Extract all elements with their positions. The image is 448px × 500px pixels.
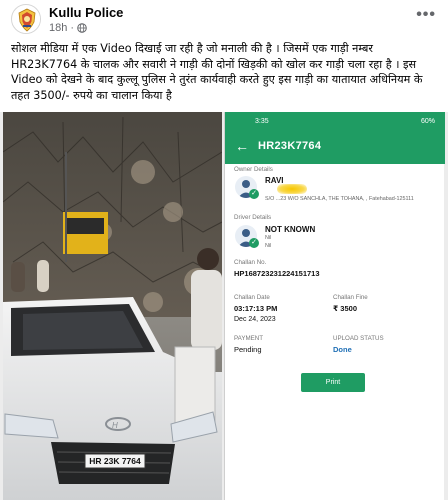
video-still[interactable]: H HR 23K 7764 xyxy=(3,112,222,500)
post-meta: 18h · xyxy=(49,22,87,34)
payment-status: Pending xyxy=(234,345,262,354)
app-bar: ← HR23K7764 xyxy=(225,131,445,164)
print-button[interactable]: Print xyxy=(301,373,365,392)
back-arrow-icon[interactable]: ← xyxy=(235,138,249,154)
page-name[interactable]: Kullu Police xyxy=(49,5,123,20)
driver-name: NOT KNOWN xyxy=(265,225,316,234)
driver-sub2: Nil xyxy=(265,243,272,249)
police-emblem-icon xyxy=(13,6,40,33)
globe-icon xyxy=(77,23,87,33)
driver-sub: Nil xyxy=(265,235,272,241)
phone-status-bar: 3:35 60% xyxy=(225,112,445,131)
check-icon: ✓ xyxy=(249,238,259,248)
vehicle-number: HR23K7764 xyxy=(258,140,322,152)
post-media[interactable]: H HR 23K 7764 3:35 60% ← HR23K7764 Owner… xyxy=(0,112,448,500)
more-options-icon[interactable]: ••• xyxy=(416,6,436,24)
car-video-image: H xyxy=(3,112,222,500)
page-avatar[interactable] xyxy=(11,4,41,34)
owner-address: S/O ...23 W/O SANCHLA, THE TOHANA, , Fat… xyxy=(265,196,414,202)
check-icon: ✓ xyxy=(249,189,259,199)
owner-details-label: Owner Details xyxy=(234,166,273,173)
post-time[interactable]: 18h xyxy=(49,22,67,34)
status-battery: 60% xyxy=(420,118,435,125)
status-time: 3:35 xyxy=(255,118,269,125)
upload-status: Done xyxy=(333,345,352,354)
svg-text:H: H xyxy=(112,421,118,430)
challan-date: Dec 24, 2023 xyxy=(234,316,276,323)
meta-separator: · xyxy=(70,22,75,34)
payment-label: PAYMENT xyxy=(234,335,263,342)
challan-no: HP168723231224151713 xyxy=(234,269,320,278)
challan-date-label: Challan Date xyxy=(234,294,270,301)
challan-fine-label: Challan Fine xyxy=(333,294,368,301)
challan-fine: ₹ 3500 xyxy=(333,304,357,313)
challan-no-label: Challan No. xyxy=(234,259,267,266)
challan-screenshot: 3:35 60% ← HR23K7764 Owner Details ✓ RAV… xyxy=(224,112,445,500)
post-header: Kullu Police 18h · ••• xyxy=(0,0,448,38)
driver-details-label: Driver Details xyxy=(234,214,272,221)
redaction-mark xyxy=(277,184,307,194)
post-text: सोशल मीडिया में एक Video दिखाई जा रही है… xyxy=(11,42,423,102)
license-plate: HR 23K 7764 xyxy=(89,456,141,466)
challan-time: 03:17:13 PM xyxy=(234,304,278,313)
upload-status-label: UPLOAD STATUS xyxy=(333,335,384,342)
